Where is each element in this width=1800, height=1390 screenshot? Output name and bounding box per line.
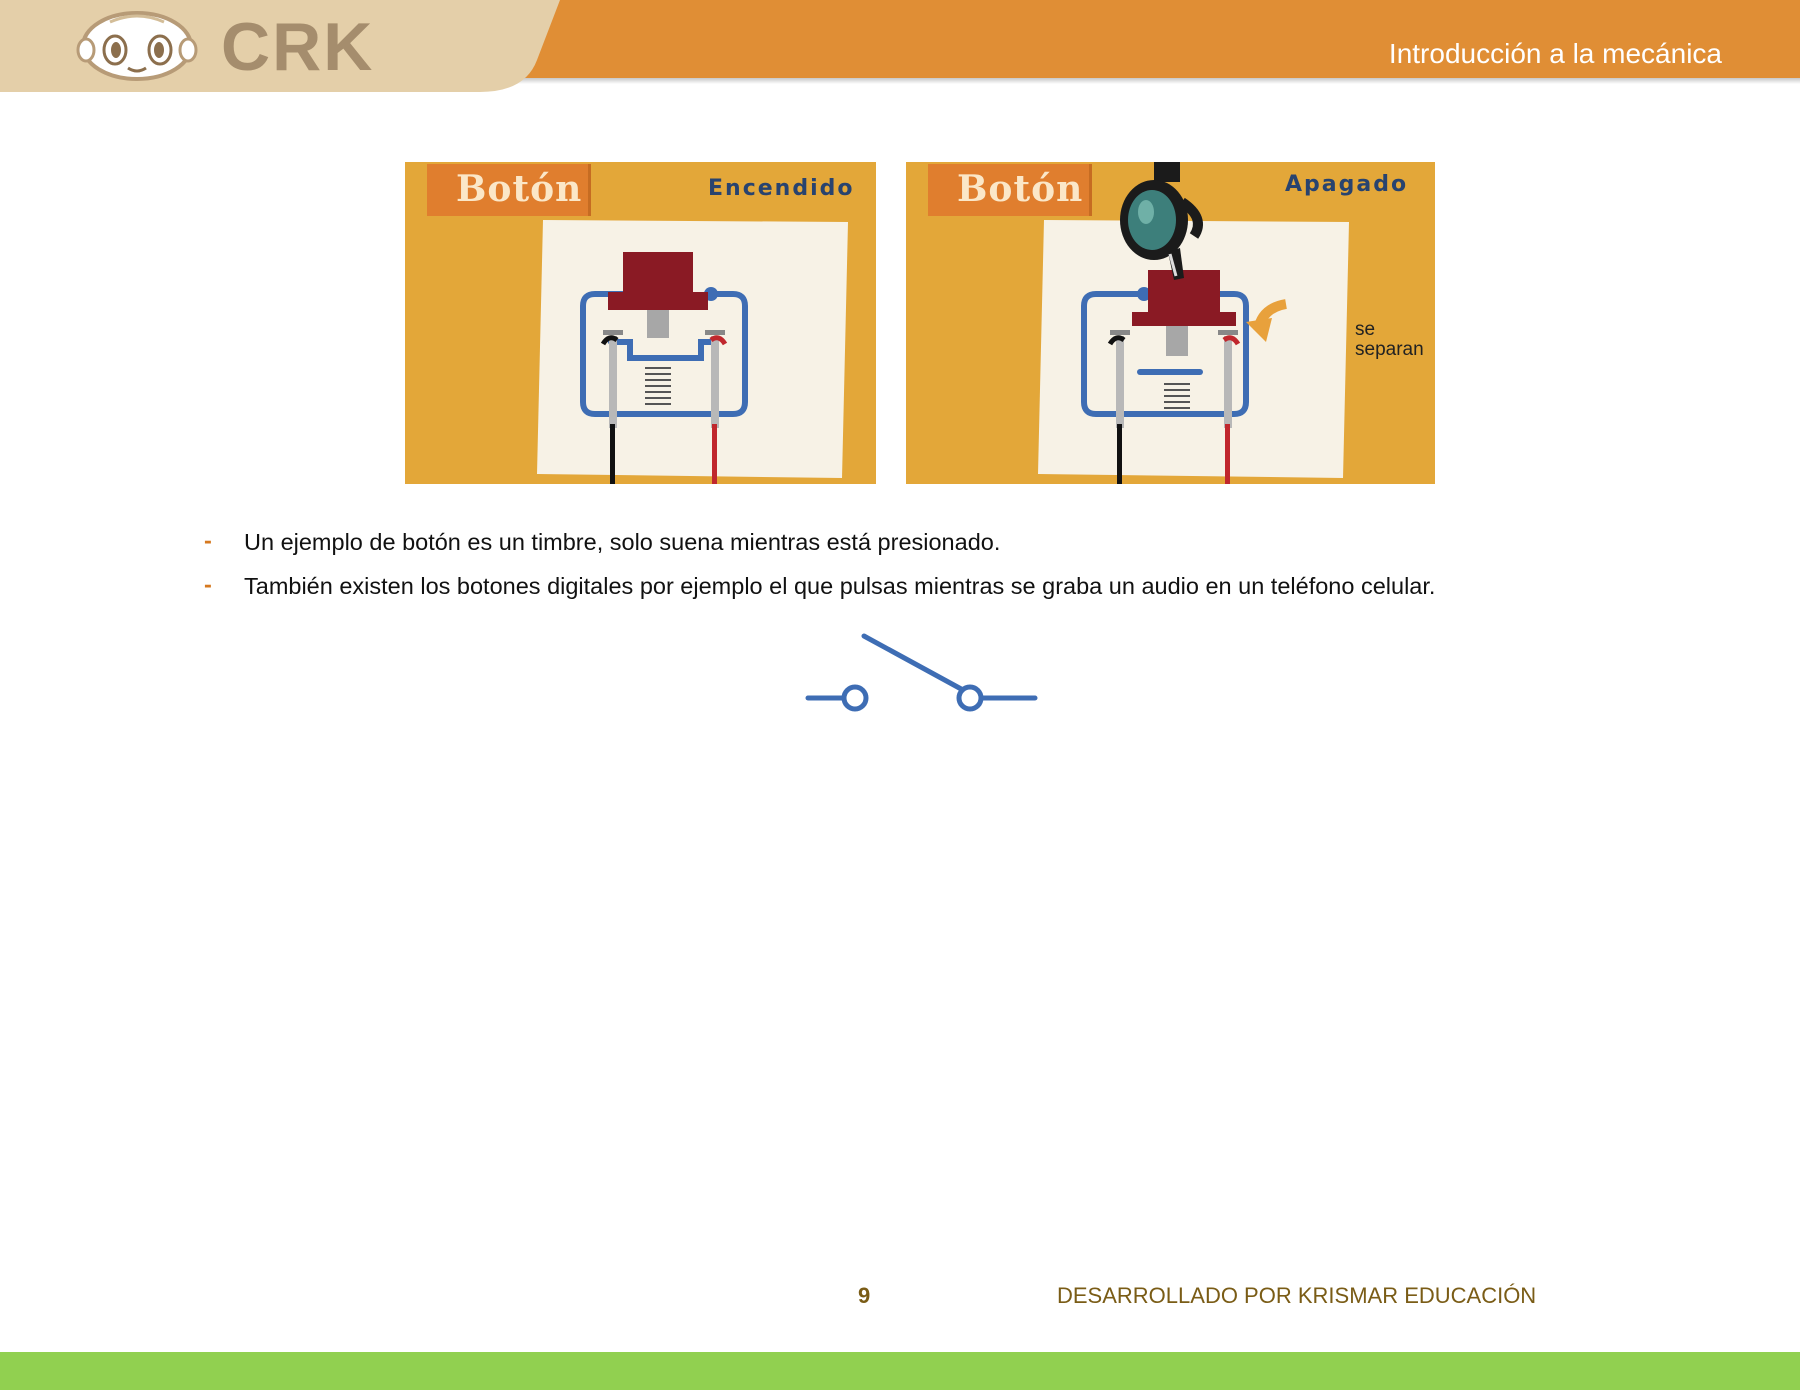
figure-tag: Botón: [957, 168, 1084, 210]
figure-button-off: Botón Apagado se separan: [906, 162, 1435, 484]
page-title: Introducción a la mecánica: [1388, 38, 1722, 69]
figure-button-on: Botón Encendido: [405, 162, 876, 484]
robot-logo-icon: [76, 11, 198, 81]
bullet-dash: -: [204, 527, 212, 553]
annotation-separan: separan: [1355, 339, 1424, 360]
state-label-on: Encendido: [708, 176, 855, 201]
logo-text: CRK: [221, 9, 375, 85]
footer-credit: DESARROLLADO POR KRISMAR EDUCACIÓN: [1057, 1283, 1537, 1308]
bullet-item: - También existen los botones digitales …: [200, 564, 1640, 608]
bullet-dash: -: [204, 571, 212, 597]
bottom-band: [0, 1352, 1800, 1390]
bullet-list: - Un ejemplo de botón es un timbre, solo…: [200, 520, 1640, 608]
bullet-item: - Un ejemplo de botón es un timbre, solo…: [200, 520, 1640, 564]
bullet-text: También existen los botones digitales po…: [244, 573, 1436, 599]
annotation-se: se: [1355, 319, 1376, 340]
bullet-text: Un ejemplo de botón es un timbre, solo s…: [244, 529, 1001, 555]
state-label-off: Apagado: [1285, 172, 1409, 197]
figure-tag: Botón: [456, 168, 583, 210]
page-number: 9: [858, 1283, 871, 1308]
switch-symbol-icon: [805, 633, 1038, 712]
button-on-illustration: [405, 162, 876, 484]
